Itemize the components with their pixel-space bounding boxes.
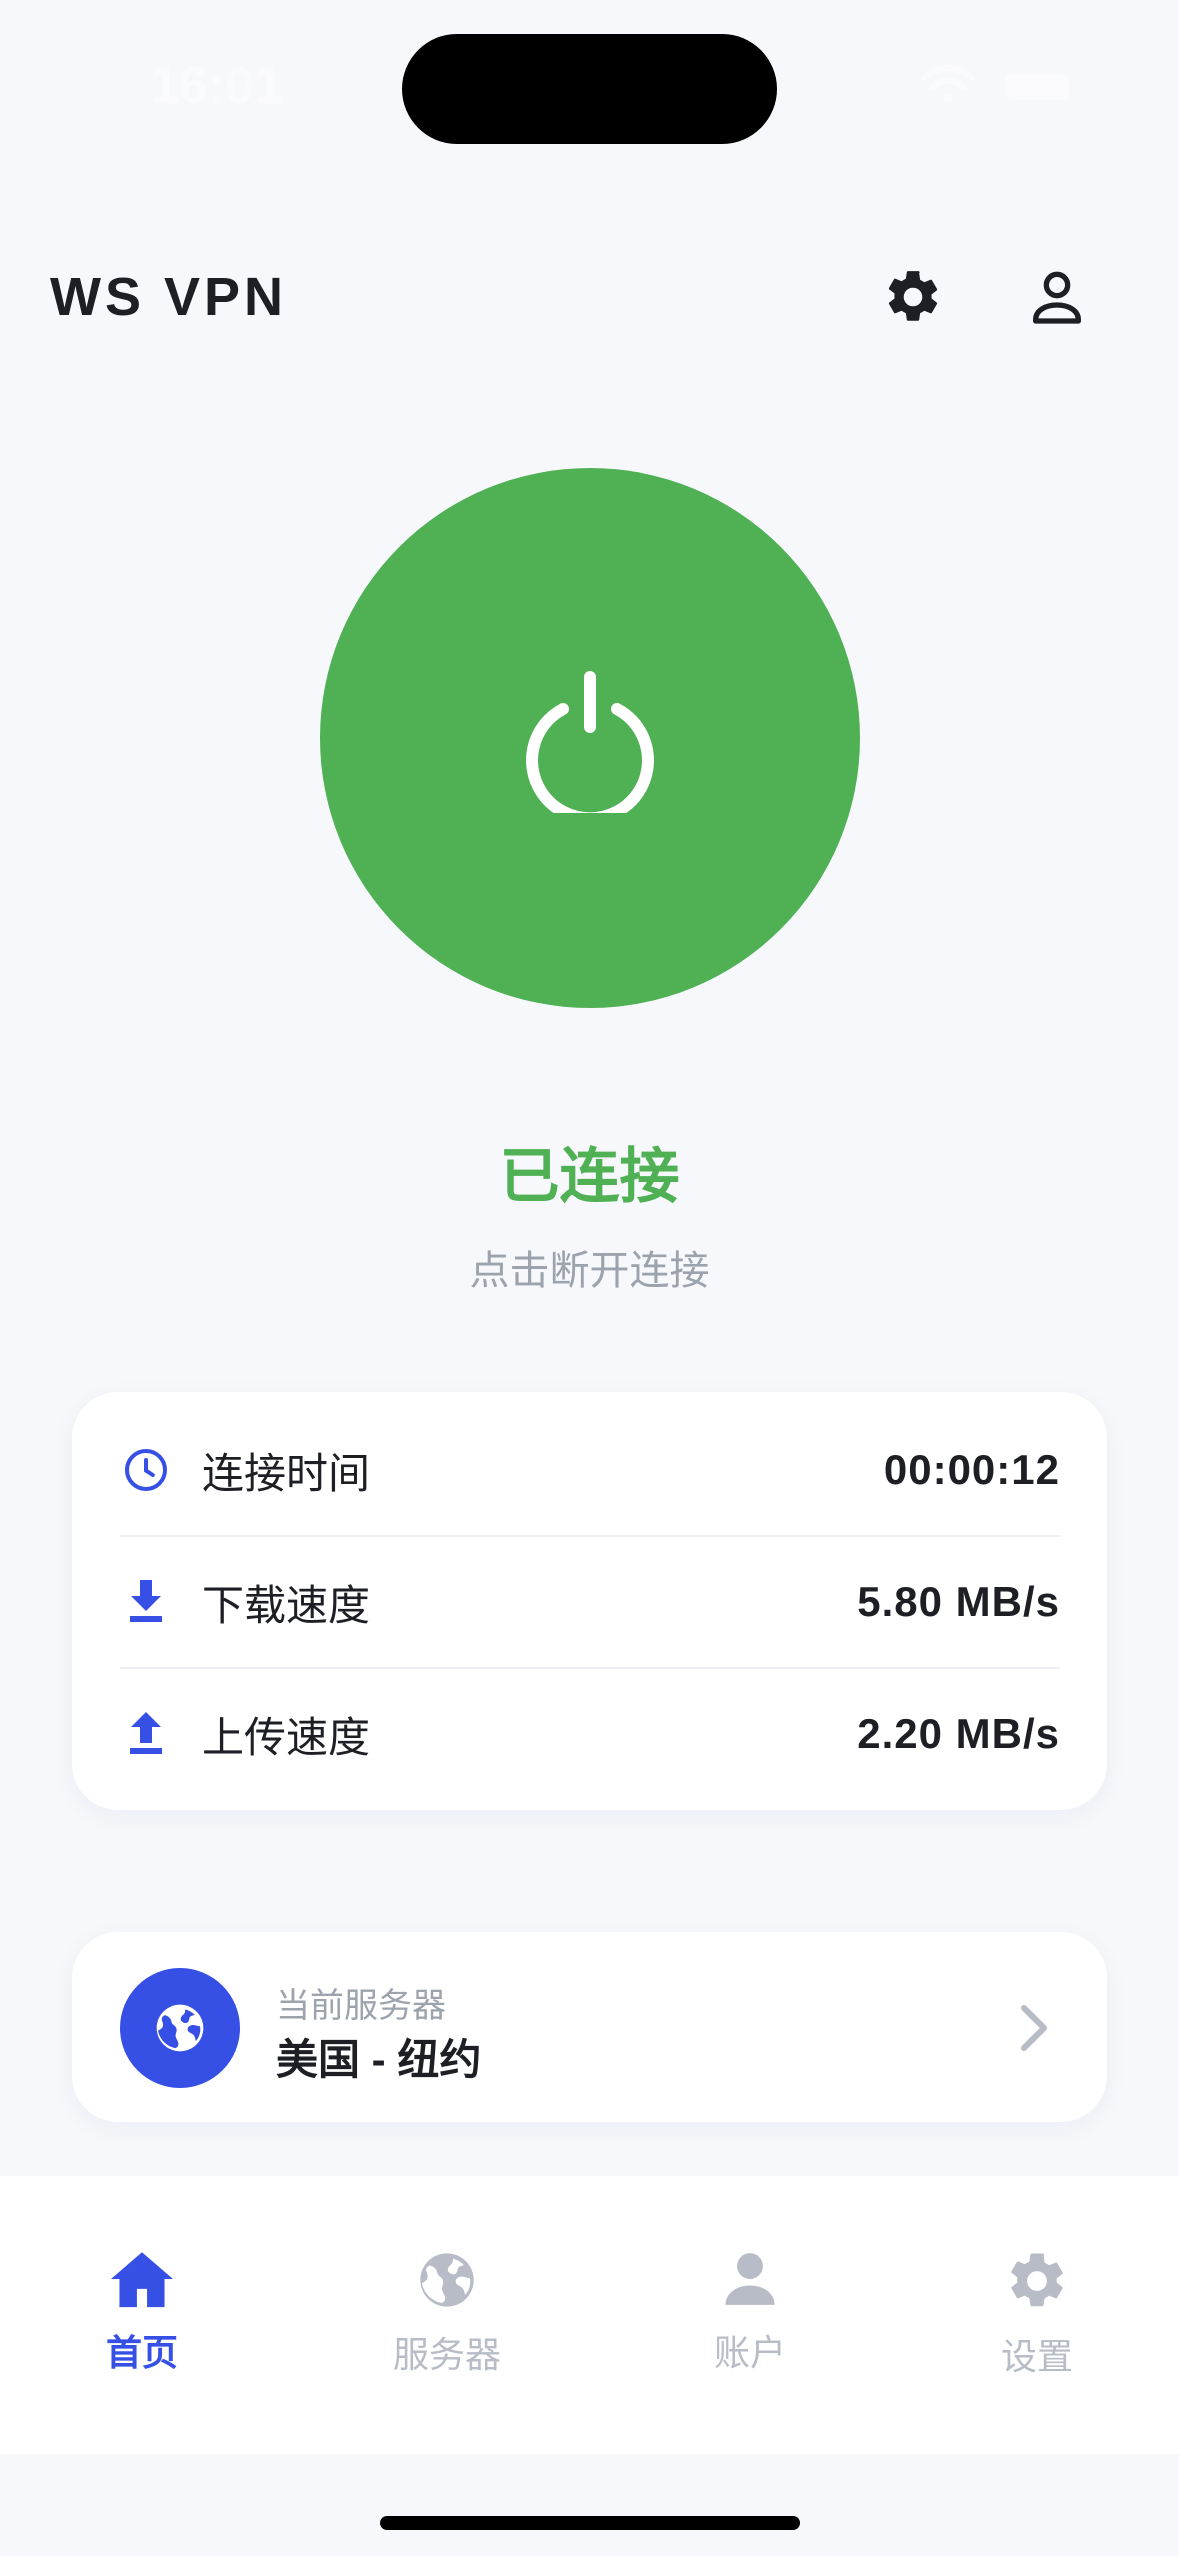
tab-home[interactable]: 首页 bbox=[42, 2248, 242, 2376]
stat-label: 下载速度 bbox=[202, 1581, 371, 1629]
download-icon bbox=[120, 1576, 172, 1628]
battery-icon bbox=[1005, 74, 1069, 100]
stat-row-upload-speed: 上传速度 2.20 MB/s bbox=[120, 1668, 1060, 1800]
person-icon bbox=[725, 2253, 775, 2305]
stat-label: 上传速度 bbox=[202, 1713, 371, 1761]
account-button[interactable] bbox=[1012, 252, 1102, 342]
connection-status: 已连接 bbox=[499, 1143, 680, 1210]
gear-icon bbox=[888, 271, 938, 321]
server-name: 美国 - 纽约 bbox=[276, 2036, 482, 2083]
tab-label: 账户 bbox=[713, 2332, 786, 2373]
power-icon bbox=[526, 671, 654, 813]
home-icon bbox=[111, 2252, 173, 2308]
tab-label: 服务器 bbox=[392, 2334, 501, 2375]
power-button[interactable] bbox=[320, 468, 860, 1008]
settings-button[interactable] bbox=[868, 252, 958, 342]
dynamic-island bbox=[402, 34, 777, 144]
upload-icon bbox=[120, 1708, 172, 1760]
stat-value: 00:00:12 bbox=[883, 1446, 1060, 1493]
server-caption: 当前服务器 bbox=[276, 1987, 446, 2025]
stat-row-download-speed: 下载速度 5.80 MB/s bbox=[120, 1536, 1060, 1668]
person-icon bbox=[1033, 271, 1081, 324]
clock-icon bbox=[120, 1444, 172, 1496]
stat-value: 2.20 MB/s bbox=[857, 1710, 1060, 1757]
tab-settings[interactable]: 设置 bbox=[937, 2248, 1137, 2380]
home-indicator bbox=[380, 2516, 800, 2530]
stat-label: 连接时间 bbox=[202, 1449, 371, 1497]
globe-icon bbox=[420, 2253, 474, 2307]
app-title: WS VPN bbox=[50, 267, 288, 327]
tab-label: 设置 bbox=[1000, 2336, 1073, 2377]
tab-servers[interactable]: 服务器 bbox=[347, 2248, 547, 2378]
tab-label: 首页 bbox=[105, 2332, 178, 2373]
status-time: 16:01 bbox=[150, 57, 283, 115]
stats-card: 连接时间 00:00:12 下载速度 5.80 MB/s 上传速度 2.20 M… bbox=[72, 1392, 1107, 1810]
globe-icon bbox=[156, 2004, 204, 2052]
current-server-card[interactable]: 当前服务器 美国 - 纽约 bbox=[72, 1932, 1107, 2122]
connection-hint: 点击断开连接 bbox=[469, 1249, 710, 1293]
tab-account[interactable]: 账户 bbox=[650, 2248, 850, 2376]
wifi-icon bbox=[920, 62, 976, 111]
gear-icon bbox=[1011, 2253, 1063, 2307]
server-avatar bbox=[120, 1968, 240, 2088]
stat-row-connection-time: 连接时间 00:00:12 bbox=[120, 1404, 1060, 1536]
chevron-right-icon bbox=[1014, 2000, 1054, 2061]
stat-value: 5.80 MB/s bbox=[857, 1578, 1060, 1625]
